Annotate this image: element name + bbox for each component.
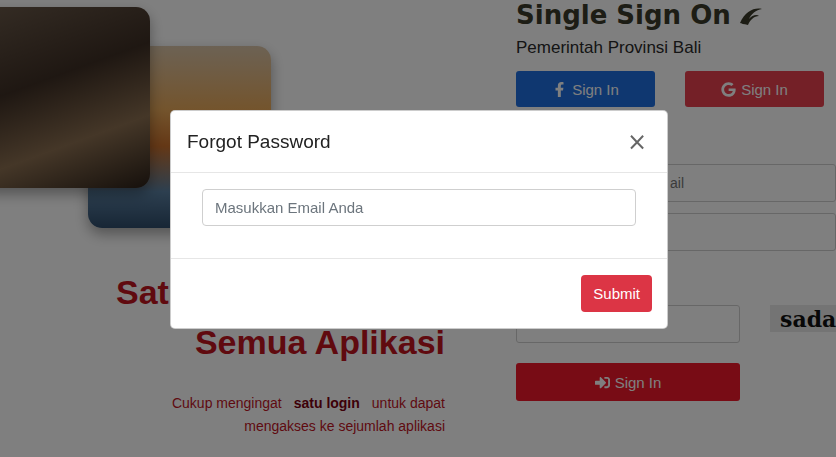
modal-body — [171, 173, 667, 259]
close-button[interactable]: × — [623, 130, 651, 154]
forgot-password-modal: Forgot Password × Submit — [170, 110, 668, 329]
submit-button[interactable]: Submit — [581, 275, 652, 312]
modal-header: Forgot Password × — [171, 111, 667, 173]
modal-title: Forgot Password — [187, 131, 331, 153]
email-input[interactable] — [202, 189, 636, 226]
modal-footer: Submit — [171, 259, 667, 328]
